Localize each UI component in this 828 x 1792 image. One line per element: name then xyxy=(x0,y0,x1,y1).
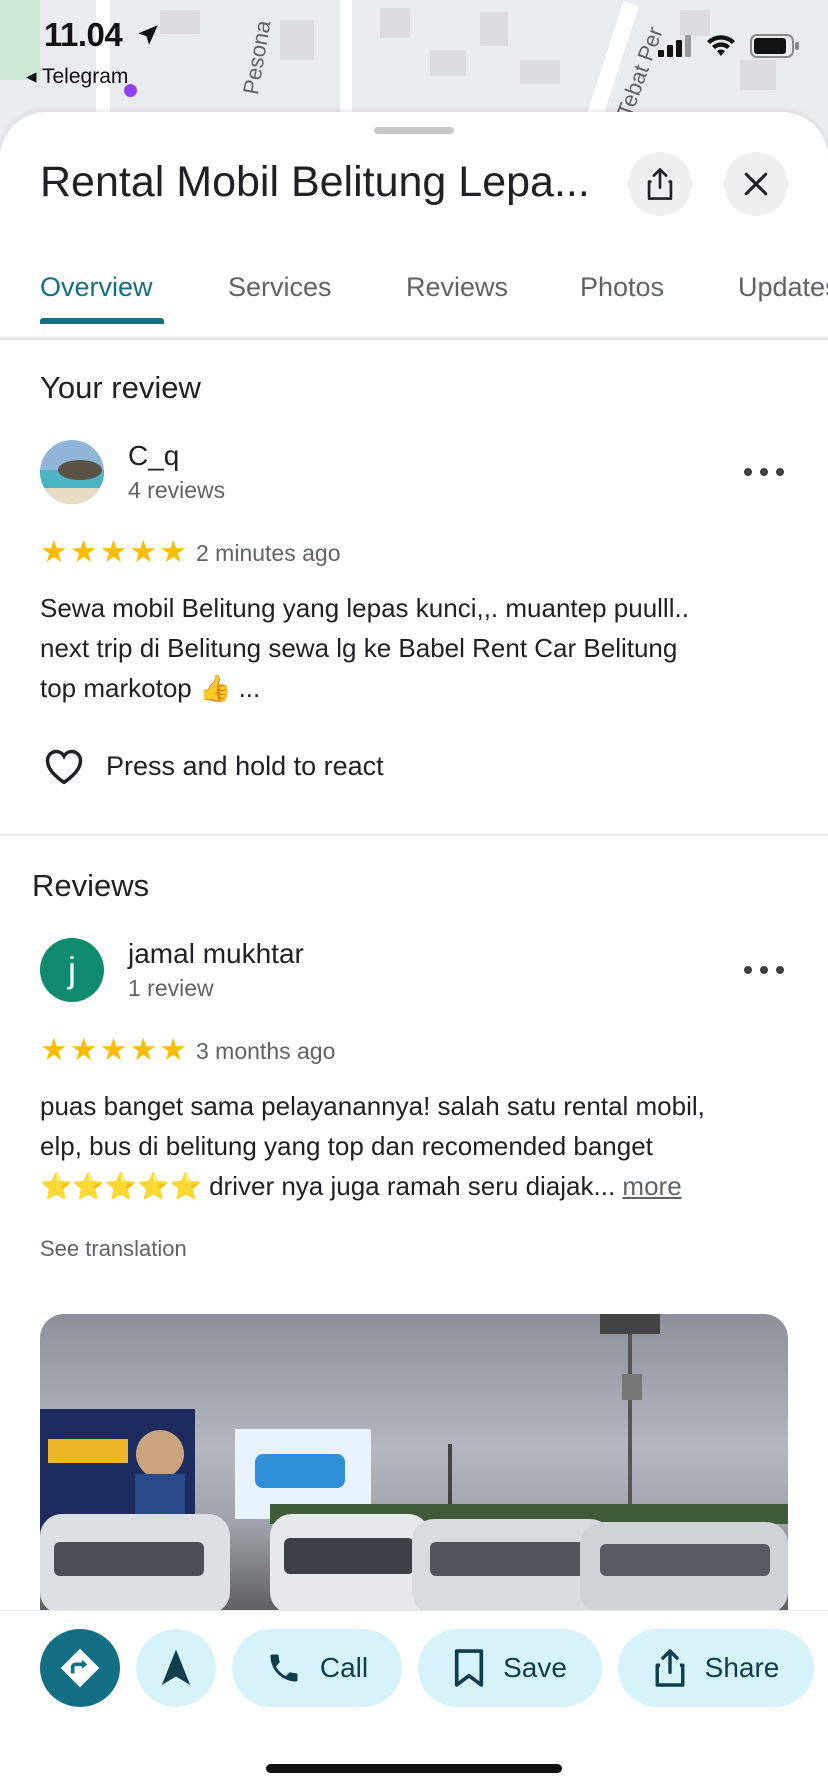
more-options-icon[interactable] xyxy=(744,462,784,482)
star-icon: ★ xyxy=(40,534,68,569)
avatar-letter: j xyxy=(68,949,76,990)
review-text-line: Sewa mobil Belitung yang lepas kunci,,. … xyxy=(40,593,689,623)
share-icon xyxy=(655,1649,685,1687)
wifi-icon xyxy=(707,35,735,56)
more-link[interactable]: more xyxy=(622,1171,681,1201)
status-bar: 11.04 ◂ Telegram xyxy=(0,0,828,100)
location-arrow-icon xyxy=(138,25,158,45)
star-icon: ★ xyxy=(129,1032,158,1067)
star-rating: ★ ★ ★ ★ ★ xyxy=(40,1034,187,1065)
back-to-app-link[interactable]: ◂ Telegram xyxy=(26,64,128,89)
star-icon: ★ xyxy=(159,534,187,569)
call-button[interactable]: Call xyxy=(232,1629,402,1707)
share-action-button[interactable]: Share xyxy=(618,1629,814,1707)
react-label: Press and hold to react xyxy=(106,750,384,781)
share-label: Share xyxy=(704,1652,780,1683)
tab-photos[interactable]: Photos xyxy=(580,272,664,303)
share-button[interactable] xyxy=(628,152,692,216)
see-translation-link[interactable]: See translation xyxy=(40,1236,187,1262)
tab-reviews[interactable]: Reviews xyxy=(406,272,508,303)
status-icons xyxy=(658,34,800,58)
review-photo-image xyxy=(40,1314,788,1614)
your-review-heading: Your review xyxy=(40,370,201,405)
bookmark-icon xyxy=(454,1649,484,1687)
place-title: Rental Mobil Belitung Lepa... xyxy=(40,158,590,206)
star-icon: ★ xyxy=(69,534,98,569)
heart-icon xyxy=(45,749,83,785)
close-button[interactable] xyxy=(724,152,788,216)
cellular-signal-icon xyxy=(658,35,691,57)
tab-services[interactable]: Services xyxy=(228,272,332,303)
review-text-line: top markotop 👍 ... xyxy=(40,673,261,703)
tab-updates[interactable]: Updates xyxy=(738,272,828,303)
star-icon: ★ xyxy=(159,1032,187,1067)
user-avatar[interactable]: j xyxy=(40,938,104,1002)
sheet-drag-handle[interactable] xyxy=(374,127,454,134)
tab-overview[interactable]: Overview xyxy=(40,272,153,303)
reviewer-review-count: 1 review xyxy=(128,975,214,1001)
star-icon: ★ xyxy=(99,534,128,569)
star-icon: ★ xyxy=(40,1032,68,1067)
battery-icon xyxy=(750,34,799,58)
directions-button[interactable] xyxy=(40,1629,120,1707)
star-rating: ★ ★ ★ ★ ★ xyxy=(40,536,187,567)
call-label: Call xyxy=(319,1652,369,1683)
save-button[interactable]: Save xyxy=(418,1629,602,1707)
review-photo[interactable] xyxy=(40,1314,788,1614)
share-icon xyxy=(647,168,673,200)
star-icon: ★ xyxy=(129,534,158,569)
review-time: 2 minutes ago xyxy=(196,540,341,566)
more-options-icon[interactable] xyxy=(744,960,784,980)
divider xyxy=(0,336,828,338)
directions-icon xyxy=(60,1648,100,1688)
review-text-line-content: ⭐⭐⭐⭐⭐ driver nya juga ramah seru diajak.… xyxy=(40,1171,616,1201)
close-icon xyxy=(744,172,768,196)
navigation-arrow-icon xyxy=(161,1649,191,1685)
review-text: puas banget sama pelayanannya! salah sat… xyxy=(40,1086,810,1206)
home-indicator[interactable] xyxy=(266,1764,562,1773)
review-text-line: puas banget sama pelayanannya! salah sat… xyxy=(40,1091,705,1121)
review-text-line: elp, bus di belitung yang top dan recome… xyxy=(40,1131,653,1161)
reviewer-name[interactable]: C_q xyxy=(128,440,179,472)
review-text-line: ⭐⭐⭐⭐⭐ driver nya juga ramah seru diajak.… xyxy=(40,1166,810,1206)
star-icon: ★ xyxy=(99,1032,128,1067)
tab-bar: Overview Services Reviews Photos Updates xyxy=(0,260,828,340)
user-avatar[interactable] xyxy=(40,440,104,504)
reviewer-name[interactable]: jamal mukhtar xyxy=(128,938,304,970)
place-sheet: Rental Mobil Belitung Lepa... Overview S… xyxy=(0,112,828,1792)
status-time-text: 11.04 xyxy=(44,16,123,53)
status-time: 11.04 xyxy=(44,16,161,54)
review-text-line: next trip di Belitung sewa lg ke Babel R… xyxy=(40,633,678,663)
section-divider xyxy=(0,834,828,836)
review-text: Sewa mobil Belitung yang lepas kunci,,. … xyxy=(40,588,800,708)
star-icon: ★ xyxy=(69,1032,98,1067)
reviews-heading: Reviews xyxy=(32,868,150,903)
phone-icon xyxy=(270,1654,298,1682)
reviewer-review-count: 4 reviews xyxy=(128,477,226,503)
react-button[interactable]: Press and hold to react xyxy=(42,746,384,786)
save-label: Save xyxy=(503,1652,567,1683)
review-time: 3 months ago xyxy=(196,1038,336,1064)
start-navigation-button[interactable] xyxy=(136,1629,216,1707)
active-tab-indicator xyxy=(40,318,164,324)
avatar-beach-image xyxy=(40,440,104,504)
